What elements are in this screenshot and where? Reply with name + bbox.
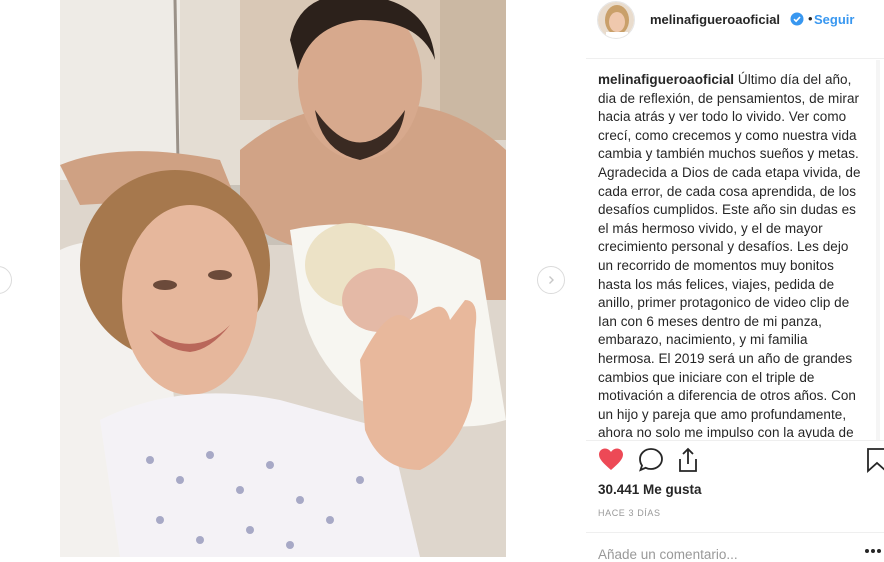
avatar-image bbox=[598, 2, 634, 38]
caption-area: melinafigueroaoficial Último día del año… bbox=[598, 71, 864, 438]
more-options-icon[interactable] bbox=[864, 548, 882, 554]
header-divider bbox=[586, 58, 884, 59]
caption-scrollbar[interactable] bbox=[876, 60, 880, 440]
comment-icon[interactable] bbox=[638, 446, 664, 474]
like-count[interactable]: 30.441 Me gusta bbox=[598, 482, 702, 497]
follow-button[interactable]: Seguir bbox=[814, 12, 854, 27]
chevron-left-icon bbox=[0, 275, 3, 285]
heart-icon[interactable] bbox=[598, 446, 624, 474]
post-image bbox=[60, 0, 506, 557]
caption-text: Último día del año, dia de reflexión, de… bbox=[598, 72, 861, 438]
comment-divider bbox=[586, 532, 884, 533]
separator-dot: • bbox=[808, 11, 813, 26]
carousel-prev-button[interactable] bbox=[0, 266, 12, 294]
actions-divider bbox=[586, 440, 884, 441]
share-icon[interactable] bbox=[675, 446, 701, 474]
comment-form bbox=[598, 544, 884, 562]
comment-input[interactable] bbox=[598, 544, 838, 562]
post-timestamp[interactable]: HACE 3 DÍAS bbox=[598, 508, 661, 518]
verified-badge-icon bbox=[790, 12, 804, 26]
post-sidebar: melinafigueroaoficial • Seguir melinafig… bbox=[506, 0, 884, 562]
post-caption: melinafigueroaoficial Último día del año… bbox=[598, 71, 864, 438]
avatar[interactable] bbox=[597, 1, 635, 39]
post-username[interactable]: melinafigueroaoficial bbox=[650, 12, 780, 27]
post-header: melinafigueroaoficial • Seguir bbox=[506, 0, 884, 42]
caption-username[interactable]: melinafigueroaoficial bbox=[598, 72, 734, 87]
bookmark-icon[interactable] bbox=[864, 446, 884, 474]
action-bar bbox=[598, 446, 884, 474]
post-photo[interactable] bbox=[60, 0, 506, 557]
